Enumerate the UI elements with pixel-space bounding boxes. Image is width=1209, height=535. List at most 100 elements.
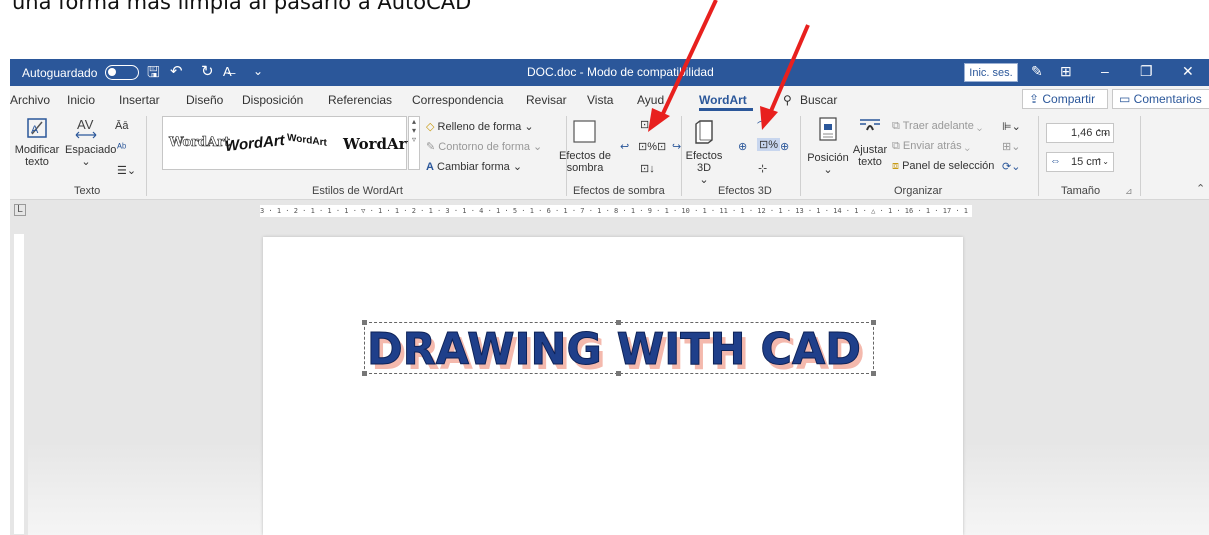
minimize-icon[interactable]: – bbox=[1101, 63, 1109, 79]
shape-fill-button[interactable]: ◇ Relleno de forma ⌄ bbox=[426, 120, 534, 133]
spacing-dropdown-icon: ⌄ bbox=[81, 156, 91, 168]
position-button[interactable]: Posición ⌄ bbox=[806, 116, 850, 176]
tab-archivo[interactable]: Archivo bbox=[10, 93, 50, 107]
redo-icon[interactable]: ↻ bbox=[201, 62, 214, 80]
vertical-text-icon[interactable]: ᴬᵇ bbox=[117, 142, 126, 154]
customize-qat-icon[interactable]: ⌄ bbox=[253, 64, 263, 78]
tab-insertar[interactable]: Insertar bbox=[119, 93, 160, 107]
group-separator bbox=[800, 116, 801, 196]
toggle-icon[interactable] bbox=[105, 65, 140, 80]
search-icon[interactable]: ⚲ bbox=[783, 93, 792, 107]
tilt-down-icon[interactable]: ⊹ bbox=[758, 162, 767, 175]
fill-icon: ◇ bbox=[426, 121, 435, 133]
tilt-right-icon[interactable]: ⊕ bbox=[780, 140, 789, 153]
change-shape-button[interactable]: A Cambiar forma ⌄ bbox=[426, 160, 522, 173]
send-backward-label: Enviar atrás bbox=[902, 140, 962, 152]
wrap-text-label: Ajustar texto bbox=[852, 144, 888, 168]
ruler-scale[interactable]: 3 · 1 · 2 · 1 · 1 · 1 · ▽ · 1 · 1 · 2 · … bbox=[260, 205, 972, 217]
signin-button[interactable]: Inic. ses. bbox=[964, 63, 1018, 82]
shape-fill-label: Relleno de forma bbox=[437, 121, 522, 133]
shadow-effects-label: Efectos de sombra bbox=[559, 150, 611, 174]
wordart-style-2[interactable]: WordArt bbox=[224, 132, 285, 155]
svg-text:AV: AV bbox=[77, 117, 94, 132]
vertical-ruler-scale[interactable] bbox=[14, 234, 24, 534]
rotate-icon[interactable]: ⟳⌄ bbox=[1002, 160, 1020, 173]
group-label-sombra: Efectos de sombra bbox=[573, 185, 665, 197]
nudge-shadow-down-icon[interactable]: ⊡↓ bbox=[640, 162, 655, 175]
font-color-icon[interactable]: A̶ bbox=[223, 64, 232, 79]
align-text-icon[interactable]: ☰⌄ bbox=[117, 164, 136, 177]
tab-selector-icon[interactable]: L bbox=[14, 204, 26, 216]
shadow-effects-button[interactable]: Efectos de sombra bbox=[558, 118, 612, 174]
wordart-style-gallery[interactable]: WordArt WordArt WordArt WordArt bbox=[162, 116, 414, 170]
collapse-ribbon-icon[interactable]: ⌃ bbox=[1196, 182, 1205, 195]
comments-button[interactable]: ▭ Comentarios bbox=[1112, 89, 1209, 109]
caption-text: una forma más limpia al pasarlo a AutoCA… bbox=[12, 0, 472, 14]
spacing-button[interactable]: AV Espaciado ⌄ bbox=[65, 116, 116, 168]
group-icon[interactable]: ⊞⌄ bbox=[1002, 140, 1020, 153]
nudge-shadow-right-icon[interactable]: ↪ bbox=[672, 140, 681, 153]
align-icon[interactable]: ⊫⌄ bbox=[1002, 120, 1021, 133]
bring-forward-button[interactable]: ⧉ Traer adelante ⌄ bbox=[892, 120, 982, 133]
wordart-object[interactable]: DRAWING WITH CAD DRAWING WITH CAD bbox=[362, 320, 876, 376]
word-window: una forma más limpia al pasarlo a AutoCA… bbox=[0, 0, 1209, 535]
tab-ayuda[interactable]: Ayud bbox=[637, 93, 664, 107]
wordart-style-3[interactable]: WordArt bbox=[287, 132, 327, 149]
3d-cube-icon bbox=[695, 120, 713, 144]
tab-referencias[interactable]: Referencias bbox=[328, 93, 392, 107]
document-page[interactable] bbox=[263, 237, 963, 535]
tab-inicio[interactable]: Inicio bbox=[67, 93, 95, 107]
tilt-left-icon[interactable]: ⊕ bbox=[738, 140, 747, 153]
modify-text-label: Modificar texto bbox=[14, 144, 60, 168]
pen-icon[interactable]: ✎ bbox=[1031, 63, 1043, 80]
autosave-toggle[interactable]: Autoguardado bbox=[22, 65, 140, 80]
shape-outline-button[interactable]: ✎ Contorno de forma ⌄ bbox=[426, 140, 542, 153]
tab-disposicion[interactable]: Disposición bbox=[242, 93, 303, 107]
width-icon: ⇔ bbox=[1050, 155, 1061, 167]
wordart-style-4[interactable]: WordArt bbox=[343, 135, 414, 153]
close-icon[interactable]: ✕ bbox=[1182, 63, 1194, 80]
nudge-shadow-left-icon[interactable]: ↩ bbox=[620, 140, 629, 153]
bring-forward-icon: ⧉ bbox=[892, 120, 900, 132]
group-label-organizar: Organizar bbox=[894, 185, 943, 197]
tab-diseno[interactable]: Diseño bbox=[186, 93, 223, 107]
position-label: Posición bbox=[807, 152, 849, 164]
tab-buscar[interactable]: Buscar bbox=[800, 93, 837, 107]
nudge-shadow-up-icon[interactable]: ⊡↑ bbox=[640, 118, 655, 131]
tab-revisar[interactable]: Revisar bbox=[526, 93, 567, 107]
spinner-arrows-icon[interactable]: ⌃⌄ bbox=[1096, 124, 1109, 142]
3d-effects-button[interactable]: Efectos 3D ⌄ bbox=[684, 118, 724, 186]
ribbon-display-icon[interactable]: ⊞ bbox=[1060, 63, 1072, 80]
modify-text-button[interactable]: A Modificar texto bbox=[12, 116, 62, 168]
edit-text-icon: A bbox=[27, 118, 47, 138]
active-tab-indicator bbox=[699, 108, 753, 111]
gallery-scrollbar[interactable]: ▴ ▾ ▿ bbox=[408, 116, 420, 170]
wrap-text-button[interactable]: Ajustar texto bbox=[850, 116, 890, 168]
comments-label: Comentarios bbox=[1133, 92, 1202, 106]
tilt-up-icon[interactable]: ⌒ bbox=[757, 118, 768, 134]
3d-toggle-icon[interactable]: ⊡% bbox=[757, 138, 780, 151]
spinner-arrows-icon[interactable]: ⌃⌄ bbox=[1096, 153, 1109, 171]
bring-forward-label: Traer adelante bbox=[902, 120, 974, 132]
vertical-ruler bbox=[10, 222, 28, 535]
same-height-icon[interactable]: Āā bbox=[115, 120, 128, 132]
save-icon[interactable]: 🖫 bbox=[147, 62, 160, 87]
restore-icon[interactable]: ❐ bbox=[1140, 63, 1153, 80]
height-spinner[interactable]: 1,46 cm ⌃⌄ bbox=[1046, 123, 1114, 143]
wordart-style-1[interactable]: WordArt bbox=[169, 135, 231, 151]
selection-pane-icon: ⧈ bbox=[892, 160, 899, 172]
tab-wordart[interactable]: WordArt bbox=[699, 93, 747, 107]
undo-icon[interactable]: ↶ bbox=[170, 62, 183, 80]
share-button[interactable]: ⇪ Compartir bbox=[1022, 89, 1108, 109]
ribbon: A Modificar texto AV Espaciado ⌄ Āā ᴬᵇ ☰… bbox=[10, 112, 1209, 200]
send-backward-button[interactable]: ⧉ Enviar atrás ⌄ bbox=[892, 140, 970, 153]
tab-vista[interactable]: Vista bbox=[587, 93, 613, 107]
shadow-toggle-icon[interactable]: ⊡%⊡ bbox=[638, 140, 666, 153]
tab-correspondencia[interactable]: Correspondencia bbox=[412, 93, 503, 107]
group-label-texto: Texto bbox=[74, 185, 101, 197]
selection-pane-button[interactable]: ⧈ Panel de selección bbox=[892, 160, 994, 173]
shadow-square-icon bbox=[573, 120, 596, 143]
wordart-graphic: DRAWING WITH CAD DRAWING WITH CAD bbox=[367, 324, 866, 376]
wordart-text: DRAWING WITH CAD bbox=[367, 324, 861, 375]
size-dialog-launcher-icon[interactable]: ⊿ bbox=[1125, 186, 1133, 197]
